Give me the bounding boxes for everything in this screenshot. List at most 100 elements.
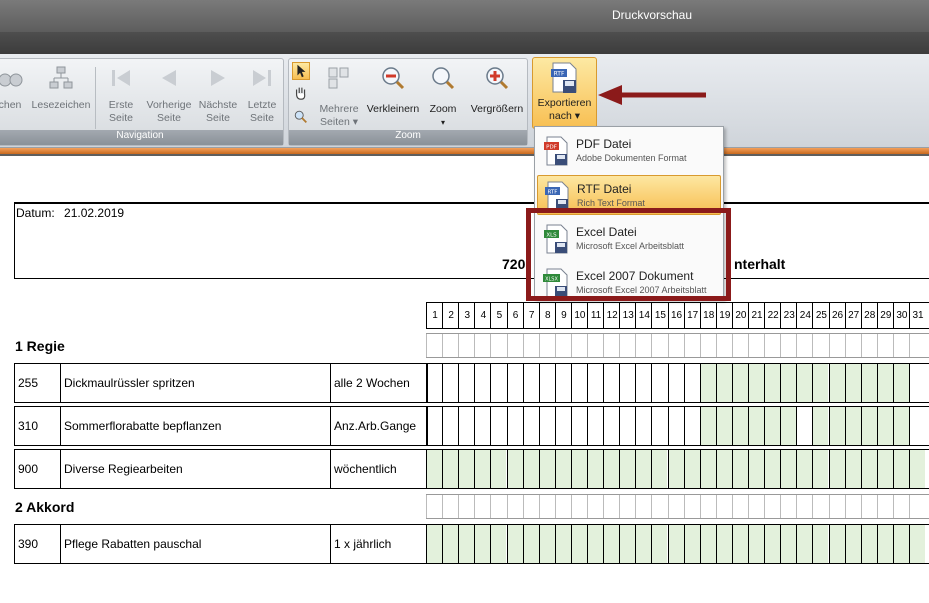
day-cell xyxy=(619,407,635,445)
next-page-label-1: Nächste xyxy=(198,99,238,111)
day-number: 14 xyxy=(638,310,650,321)
multiple-pages-label-2: Seiten ▾ xyxy=(320,116,358,128)
multiple-pages-button[interactable]: Mehrere Seiten ▾ xyxy=(315,65,363,131)
day-cell xyxy=(876,525,893,563)
menu-item-subtitle: Rich Text Format xyxy=(577,198,645,208)
search-button[interactable]: chen xyxy=(0,65,35,131)
day-cell xyxy=(619,495,635,518)
menu-item-pdf[interactable]: PDF PDF Datei Adobe Dokumenten Format xyxy=(537,131,721,171)
magnifier-tool-button[interactable] xyxy=(293,109,311,127)
bookmarks-button[interactable]: Lesezeichen xyxy=(31,65,91,131)
day-header-cell: 14 xyxy=(635,303,651,328)
day-cell xyxy=(426,407,442,445)
day-cell xyxy=(426,450,443,488)
day-cell xyxy=(909,525,926,563)
day-cell xyxy=(506,495,523,518)
day-cell xyxy=(474,450,491,488)
section-title: 1 Regie xyxy=(15,338,65,354)
day-cell xyxy=(603,525,620,563)
day-number: 29 xyxy=(880,310,892,321)
day-header-cell: 18 xyxy=(699,303,716,328)
hand-tool-button[interactable] xyxy=(293,85,311,103)
day-cell xyxy=(812,334,828,357)
shrink-label: Verkleinern xyxy=(366,103,420,115)
day-cell xyxy=(506,525,523,563)
row-number: 900 xyxy=(18,462,39,476)
day-cell xyxy=(458,495,474,518)
day-cell xyxy=(458,525,475,563)
pointer-icon xyxy=(297,64,306,78)
day-cell xyxy=(635,495,651,518)
day-cell xyxy=(442,334,458,357)
day-cell xyxy=(731,364,748,402)
day-cell xyxy=(892,495,909,518)
day-cell xyxy=(683,334,700,357)
last-page-button[interactable]: Letzte Seite xyxy=(237,65,287,131)
day-cell xyxy=(442,450,459,488)
day-cell xyxy=(844,495,861,518)
day-cell xyxy=(892,364,909,402)
day-cell xyxy=(474,334,490,357)
ribbon: chen Lesezeichen Erste Seite Vorherige S… xyxy=(0,54,929,148)
rtf-export-icon: RTF xyxy=(550,62,576,93)
day-cell xyxy=(522,407,539,445)
day-grid-row xyxy=(426,363,929,403)
day-cell xyxy=(812,407,829,445)
day-cell xyxy=(909,407,925,445)
day-cell xyxy=(651,495,667,518)
next-page-button[interactable]: Nächste Seite xyxy=(193,65,243,131)
day-cell xyxy=(667,450,684,488)
svg-text:PDF: PDF xyxy=(546,145,557,151)
day-header-cell: 22 xyxy=(764,303,780,328)
day-cell xyxy=(538,407,555,445)
day-cell xyxy=(570,495,587,518)
day-cell xyxy=(490,407,506,445)
day-cell xyxy=(748,334,764,357)
zoom-button[interactable]: Zoom ▾ xyxy=(419,65,467,131)
day-cell xyxy=(876,334,893,357)
shrink-button[interactable]: Verkleinern xyxy=(365,65,421,131)
document-title-end: nterhalt xyxy=(734,256,786,272)
pointer-tool-button[interactable] xyxy=(292,62,310,80)
day-cell xyxy=(587,364,603,402)
day-cell xyxy=(731,334,748,357)
section-grid-row xyxy=(426,494,929,519)
title-bar-lower xyxy=(0,32,929,54)
day-cell xyxy=(892,525,909,563)
zoom-icon xyxy=(432,67,455,90)
day-cell xyxy=(587,334,603,357)
navigation-group-label: Navigation xyxy=(0,130,283,145)
day-header-cell: 2 xyxy=(442,303,458,328)
day-cell xyxy=(490,495,506,518)
export-button[interactable]: RTF Exportieren nach ▾ xyxy=(532,57,597,129)
day-header-cell: 26 xyxy=(828,303,845,328)
day-cell xyxy=(554,364,571,402)
day-number: 27 xyxy=(848,310,860,321)
day-grid-row xyxy=(426,524,929,564)
day-header-cell: 5 xyxy=(490,303,506,328)
day-header-cell: 19 xyxy=(715,303,732,328)
day-cell xyxy=(635,450,652,488)
day-cell xyxy=(683,525,700,563)
day-cell xyxy=(538,525,555,563)
day-cell xyxy=(635,525,652,563)
table-row: 900 Diverse Regiearbeiten wöchentlich xyxy=(14,449,428,489)
day-cell xyxy=(522,450,539,488)
enlarge-button[interactable]: Vergrößern xyxy=(467,65,527,131)
day-cell xyxy=(490,525,507,563)
day-cell xyxy=(506,334,523,357)
day-cell xyxy=(764,495,780,518)
previous-page-button[interactable]: Vorherige Seite xyxy=(141,65,197,131)
day-cell xyxy=(715,495,732,518)
annotation-arrow-icon xyxy=(598,85,706,105)
day-cell xyxy=(603,495,619,518)
row-task: Sommerflorabatte bepflanzen xyxy=(64,419,222,433)
day-number: 2 xyxy=(448,310,454,321)
day-header-cell: 1 xyxy=(426,303,442,328)
magnifier-icon xyxy=(294,110,307,123)
first-page-button[interactable]: Erste Seite xyxy=(96,65,146,131)
day-cell xyxy=(731,495,748,518)
day-cell xyxy=(651,450,668,488)
day-number: 16 xyxy=(670,310,683,321)
day-cell xyxy=(748,407,765,445)
